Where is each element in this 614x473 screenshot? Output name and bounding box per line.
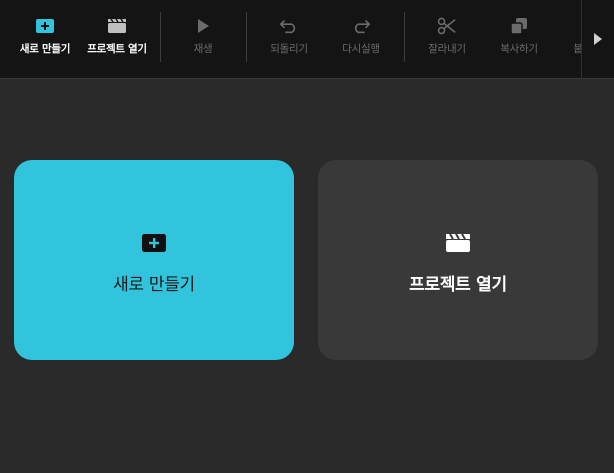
toolbar: 새로 만들기 프로젝트 열기 재생 되돌리기 다시실행 잘라내기 복사하기 붙 [0,0,614,79]
new-project-icon [141,232,167,254]
play-icon [193,16,213,36]
new-project-card-label: 새로 만들기 [113,275,195,295]
clapperboard-icon [445,232,471,254]
open-project-label: 프로젝트 열기 [87,43,147,55]
toolbar-divider [160,12,161,62]
undo-icon [279,16,299,36]
play-label: 재생 [193,43,213,55]
open-project-card[interactable]: 프로젝트 열기 [318,160,598,360]
new-project-icon [35,16,55,36]
cut-label: 잘라내기 [428,43,466,55]
redo-label: 다시실행 [342,43,380,55]
open-project-button[interactable]: 프로젝트 열기 [82,0,152,78]
new-project-label: 새로 만들기 [19,43,71,55]
undo-label: 되돌리기 [270,43,308,55]
redo-button[interactable]: 다시실행 [334,0,388,78]
new-project-card[interactable]: 새로 만들기 [14,160,294,360]
clapperboard-icon [107,16,127,36]
new-project-button[interactable]: 새로 만들기 [14,0,76,78]
toolbar-more-button[interactable] [581,0,614,78]
toolbar-divider [404,12,405,62]
play-button[interactable]: 재생 [178,0,228,78]
copy-label: 복사하기 [500,43,538,55]
redo-icon [351,16,371,36]
scissors-icon [437,16,457,36]
undo-button[interactable]: 되돌리기 [262,0,316,78]
cut-button[interactable]: 잘라내기 [420,0,474,78]
copy-button[interactable]: 복사하기 [492,0,546,78]
open-project-card-label: 프로젝트 열기 [409,275,507,295]
copy-icon [509,16,529,36]
chevron-right-icon [593,30,603,49]
toolbar-divider [246,12,247,62]
